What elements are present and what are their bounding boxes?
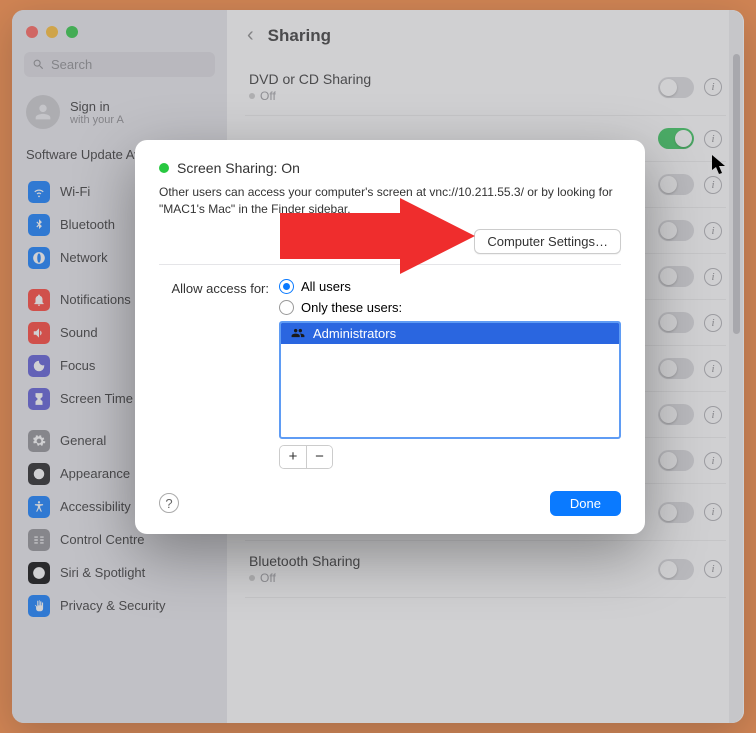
list-item[interactable]: Administrators <box>281 323 619 344</box>
done-button[interactable]: Done <box>550 491 621 516</box>
access-label: Allow access for: <box>159 279 269 296</box>
radio-icon <box>279 279 294 294</box>
cursor-icon <box>712 155 728 175</box>
screen-sharing-modal: Screen Sharing: On Other users can acces… <box>135 140 645 534</box>
remove-button[interactable]: − <box>306 446 332 468</box>
people-icon <box>289 326 307 340</box>
add-button[interactable]: + <box>280 446 306 468</box>
radio-icon <box>279 300 294 315</box>
user-listbox[interactable]: Administrators <box>279 321 621 439</box>
status-dot-on <box>159 163 169 173</box>
radio-only-users[interactable]: Only these users: <box>279 300 621 315</box>
help-button[interactable]: ? <box>159 493 179 513</box>
modal-title: Screen Sharing: On <box>177 160 300 176</box>
radio-only-label: Only these users: <box>301 300 402 315</box>
modal-description: Other users can access your computer's s… <box>159 184 621 219</box>
computer-settings-button[interactable]: Computer Settings… <box>474 229 621 254</box>
list-item-label: Administrators <box>313 326 396 341</box>
divider <box>159 264 621 265</box>
radio-all-label: All users <box>301 279 351 294</box>
add-remove-control: + − <box>279 445 333 469</box>
radio-all-users[interactable]: All users <box>279 279 621 294</box>
